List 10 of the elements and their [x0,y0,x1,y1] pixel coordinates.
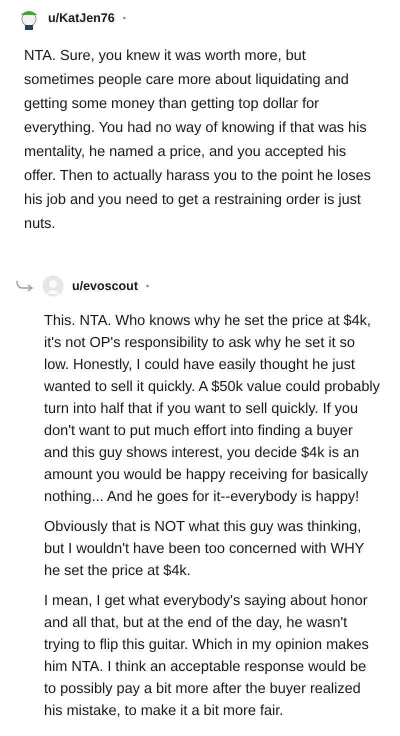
username[interactable]: u/evoscout [72,279,138,293]
comment-text: NTA. Sure, you knew it was worth more, but sometimes people care more about liquidating and getting some money than getting top dollar for everything. You had no way of knowing if that was his mentality, he named a price, and you accepted his offer. Then to actually harass you to the point he loses his job and you need to get a restraining order is just nuts. [24,47,372,234]
avatar-icon [42,275,64,297]
comment-text: I mean, I get what everybody's saying about honor and all that, but at the end of the day, he wasn't trying to flip this guitar. Which in my opinion makes him NTA. I think an acceptable response would be to possibly pay a bit more after the buyer realized his mistake, to make it a bit more fair. [44,592,370,721]
username[interactable]: u/KatJen76 [48,11,115,25]
reply-arrow-icon [16,280,34,292]
separator-dot: • [122,13,126,23]
comment-text: This. NTA. Who knows why he set the price at $4k, it's not OP's responsibility to ask why he set it so low. Honestly, I could have easily thought he just wanted to sell it quickly. A $50k value could probably turn into half that if you want to sell quickly. If you don't want to put much effort into finding a buyer and this guy shows interest, you decide $4k is an amount you would be happy receiving for basically nothing... And he goes for it--everybody is happy! [44,312,380,507]
separator-dot: • [146,281,150,291]
comment-text: Obviously that is NOT what this guy was thinking, but I wouldn't have been too concerned with WHY he set the price at $4k. [44,518,366,581]
